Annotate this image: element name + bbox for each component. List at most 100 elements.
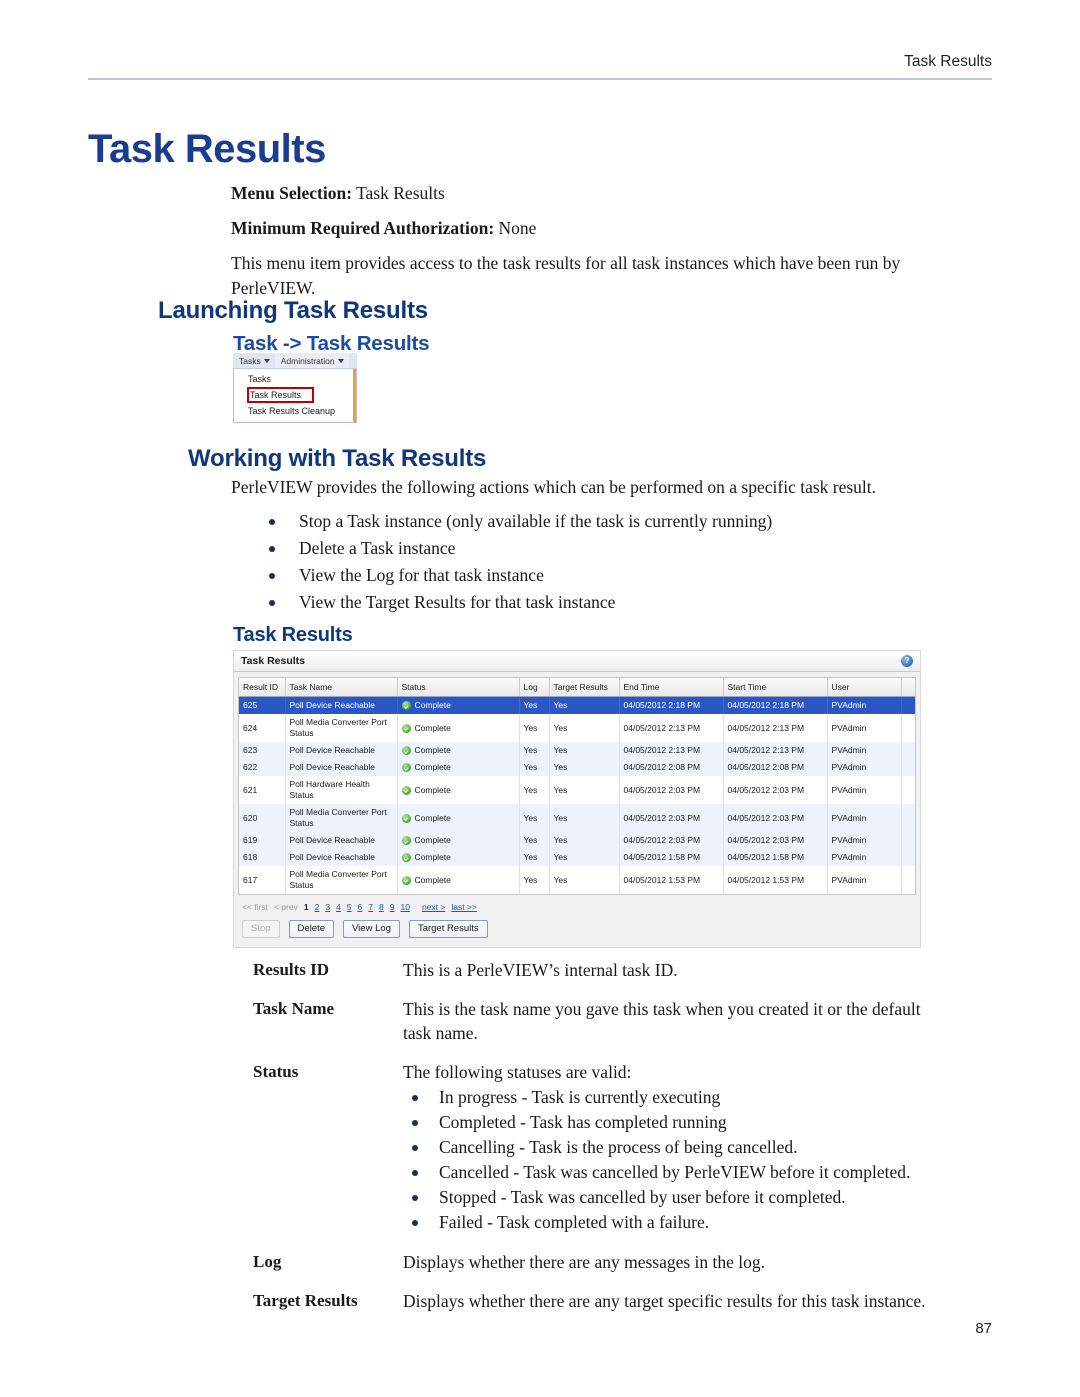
cell-target-results: Yes xyxy=(549,759,620,776)
menu-item-administration[interactable]: Administration xyxy=(274,353,349,368)
table-row[interactable]: 625 Poll Device Reachable Complete Yes Y… xyxy=(239,696,915,714)
target-results-button[interactable]: Target Results xyxy=(408,920,488,938)
pager-page-3[interactable]: 3 xyxy=(325,902,330,912)
dropdown-item-task-results-cleanup[interactable]: Task Results Cleanup xyxy=(234,404,356,418)
cell-start-time: 04/05/2012 2:03 PM xyxy=(723,804,828,832)
pager-page-2[interactable]: 2 xyxy=(315,902,320,912)
column-header-log[interactable]: Log xyxy=(519,678,550,697)
cell-target-results: Yes xyxy=(549,714,620,742)
delete-button[interactable]: Delete xyxy=(288,920,335,938)
view-log-button[interactable]: View Log xyxy=(343,920,400,938)
column-header-status[interactable]: Status xyxy=(397,678,520,697)
pager-page-9[interactable]: 9 xyxy=(390,902,395,912)
cell-target-results: Yes xyxy=(549,832,620,849)
list-item: Cancelling - Task is the process of bein… xyxy=(403,1135,948,1160)
menu-bar: Tasks Administration xyxy=(233,353,357,369)
authorization-line: Minimum Required Authorization: None xyxy=(231,215,961,241)
cell-status: Complete xyxy=(397,776,520,804)
table-row[interactable]: 620 Poll Media Converter Port Status Com… xyxy=(239,804,915,832)
cell-end-time: 04/05/2012 1:53 PM xyxy=(619,866,724,894)
pager-next-link[interactable]: next > xyxy=(422,902,445,912)
table-row[interactable]: 621 Poll Hardware Health Status Complete… xyxy=(239,776,915,804)
working-with-action-list: Stop a Task instance (only available if … xyxy=(231,508,961,615)
cell-user: PVAdmin xyxy=(827,696,902,714)
cell-status: Complete xyxy=(397,714,520,742)
cell-target-results: Yes xyxy=(549,742,620,759)
cell-status-label: Complete xyxy=(414,874,451,885)
status-complete-icon xyxy=(401,763,411,772)
cell-start-time: 04/05/2012 2:18 PM xyxy=(723,696,828,714)
status-complete-icon xyxy=(401,875,411,885)
cell-log: Yes xyxy=(519,742,550,759)
cell-start-time: 04/05/2012 2:03 PM xyxy=(723,832,828,849)
definition-term: Results ID xyxy=(253,960,330,979)
status-complete-icon xyxy=(401,853,411,862)
cell-end-time: 04/05/2012 2:08 PM xyxy=(619,759,724,776)
help-icon[interactable]: ? xyxy=(901,655,913,667)
definition-description: This is the task name you gave this task… xyxy=(403,999,921,1043)
pager-page-6[interactable]: 6 xyxy=(358,902,363,912)
cell-result-id: 619 xyxy=(239,832,286,849)
chevron-down-icon xyxy=(337,358,344,363)
table-row[interactable]: 623 Poll Device Reachable Complete Yes Y… xyxy=(239,742,915,759)
column-header-task-name[interactable]: Task Name xyxy=(285,678,398,697)
menu-selection-line: Menu Selection: Task Results xyxy=(231,180,961,206)
status-complete-icon xyxy=(401,813,411,823)
table-row[interactable]: 624 Poll Media Converter Port Status Com… xyxy=(239,714,915,742)
cell-log: Yes xyxy=(519,804,550,832)
cell-result-id: 617 xyxy=(239,866,286,894)
table-row[interactable]: 619 Poll Device Reachable Complete Yes Y… xyxy=(239,832,915,849)
cell-user: PVAdmin xyxy=(827,804,902,832)
cell-start-time: 04/05/2012 1:58 PM xyxy=(723,849,828,866)
intro-block: Menu Selection: Task Results Minimum Req… xyxy=(231,180,961,301)
pager-page-8[interactable]: 8 xyxy=(379,902,384,912)
status-complete-icon xyxy=(401,723,411,733)
list-item: Stop a Task instance (only available if … xyxy=(231,508,961,534)
page-number: 87 xyxy=(975,1320,992,1337)
cell-task-name: Poll Device Reachable xyxy=(285,696,398,714)
column-header-start-time[interactable]: Start Time xyxy=(723,678,828,697)
cell-start-time: 04/05/2012 2:13 PM xyxy=(723,742,828,759)
pager-prev-link[interactable]: < prev xyxy=(274,902,298,912)
cell-task-name: Poll Device Reachable xyxy=(285,849,398,866)
table-row[interactable]: 622 Poll Device Reachable Complete Yes Y… xyxy=(239,759,915,776)
cell-target-results: Yes xyxy=(549,696,620,714)
list-item: Failed - Task completed with a failure. xyxy=(403,1210,948,1235)
running-head-text: Task Results xyxy=(904,53,992,70)
cell-spacer xyxy=(901,866,915,894)
menu-item-tasks[interactable]: Tasks xyxy=(233,353,275,368)
cell-status: Complete xyxy=(397,804,520,832)
column-header-result-id[interactable]: Result ID xyxy=(239,678,286,697)
stop-button[interactable]: Stop xyxy=(242,920,280,938)
pager-page-7[interactable]: 7 xyxy=(368,902,373,912)
menu-screenshot: Tasks Administration Tasks Task Results … xyxy=(233,353,357,423)
definition-row-task-name: Task Name This is the task name you gave… xyxy=(253,997,953,1045)
status-complete-icon xyxy=(401,836,411,845)
cell-user: PVAdmin xyxy=(827,776,902,804)
column-header-target-results[interactable]: Target Results xyxy=(549,678,620,697)
table-row[interactable]: 618 Poll Device Reachable Complete Yes Y… xyxy=(239,849,915,866)
cell-spacer xyxy=(901,776,915,804)
column-header-end-time[interactable]: End Time xyxy=(619,678,724,697)
cell-user: PVAdmin xyxy=(827,759,902,776)
dropdown-item-task-results[interactable]: Task Results xyxy=(247,387,314,403)
cell-log: Yes xyxy=(519,866,550,894)
pager-first-link[interactable]: << first xyxy=(242,902,268,912)
pager-page-10[interactable]: 10 xyxy=(400,902,409,912)
pager-page-1[interactable]: 1 xyxy=(304,902,309,912)
table-row[interactable]: 617 Poll Media Converter Port Status Com… xyxy=(239,866,915,894)
cell-result-id: 622 xyxy=(239,759,286,776)
column-header-spacer xyxy=(901,678,915,697)
cell-status-label: Complete xyxy=(414,852,451,862)
menu-selection-label: Menu Selection: xyxy=(231,183,353,203)
dropdown-item-tasks[interactable]: Tasks xyxy=(234,372,356,386)
pager-page-4[interactable]: 4 xyxy=(336,902,341,912)
cell-task-name: Poll Device Reachable xyxy=(285,759,398,776)
pager-page-5[interactable]: 5 xyxy=(347,902,352,912)
column-header-user[interactable]: User xyxy=(827,678,902,697)
action-button-row: Stop Delete View Log Target Results xyxy=(234,914,920,947)
cell-end-time: 04/05/2012 2:03 PM xyxy=(619,776,724,804)
cell-status: Complete xyxy=(397,849,520,866)
pager-last-link[interactable]: last >> xyxy=(451,902,477,912)
cell-task-name: Poll Device Reachable xyxy=(285,742,398,759)
